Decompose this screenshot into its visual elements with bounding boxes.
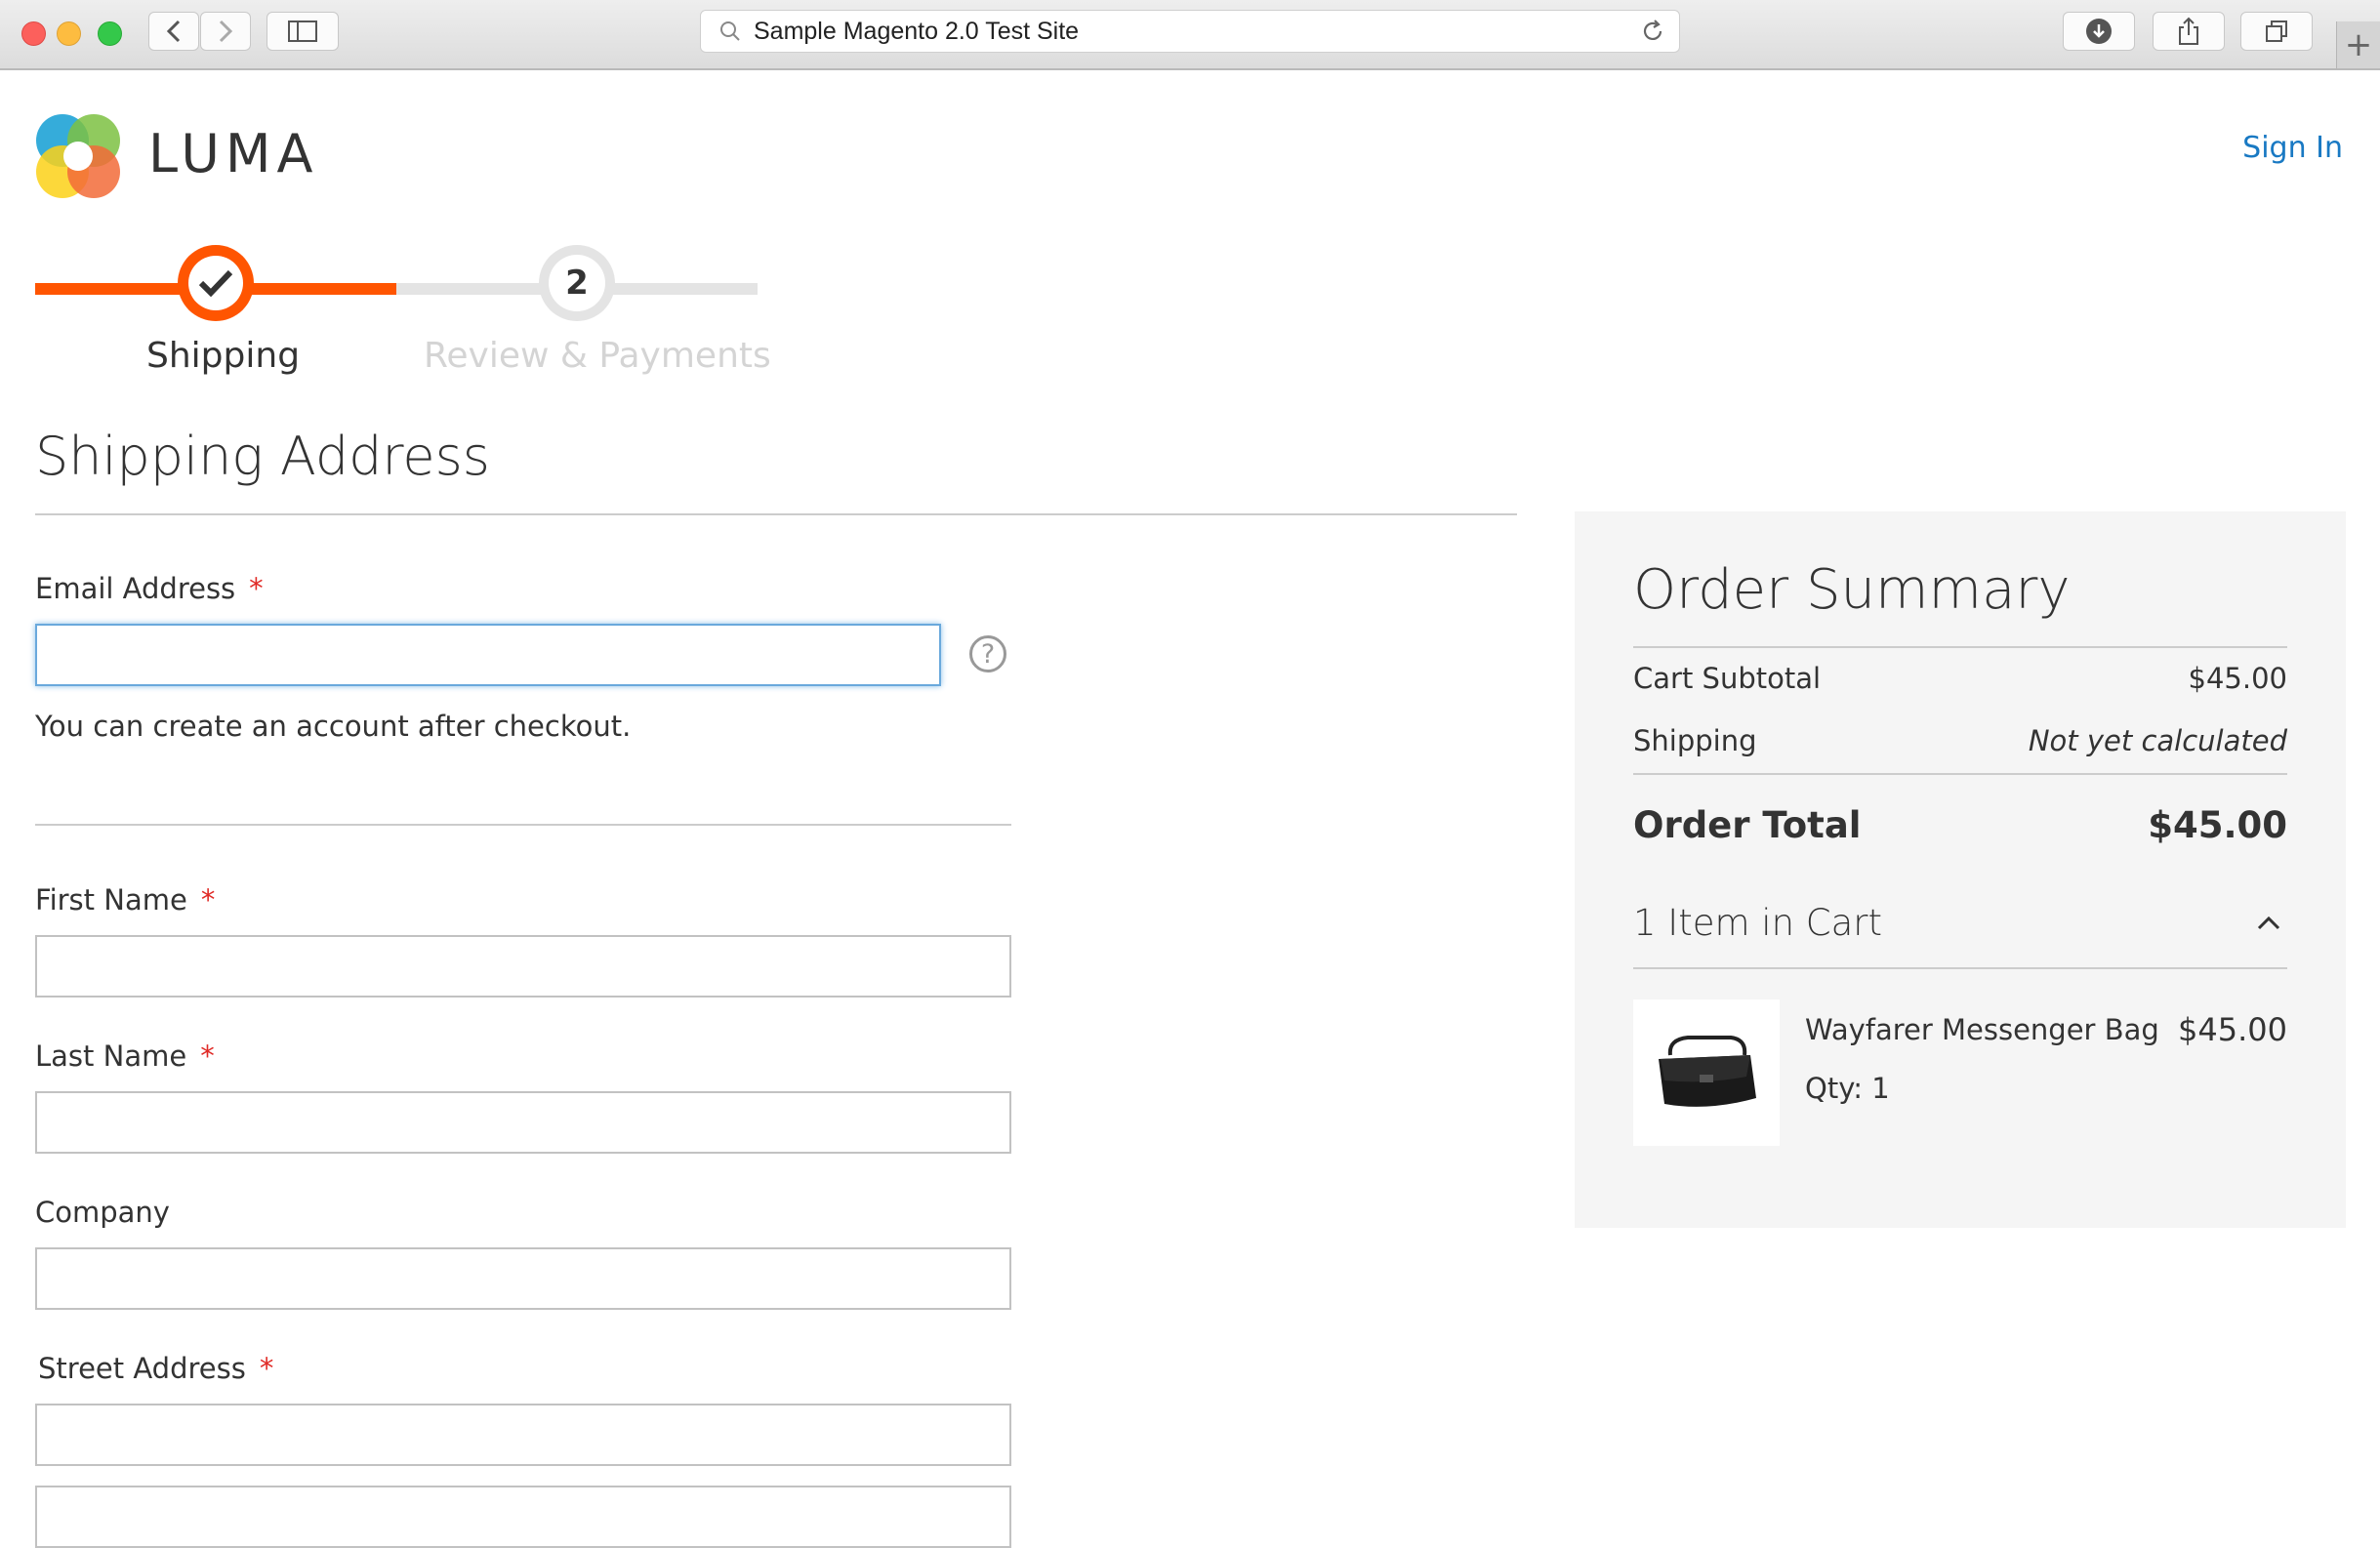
form-divider (35, 824, 1011, 826)
share-icon (2179, 17, 2198, 45)
product-price: $45.00 (2178, 1011, 2287, 1048)
items-in-cart-toggle[interactable]: 1 Item in Cart (1633, 902, 1882, 944)
checkmark-icon (198, 269, 233, 298)
help-icon[interactable]: ? (969, 635, 1006, 672)
order-total-label: Order Total (1633, 804, 1862, 846)
step-review-label: Review & Payments (424, 336, 771, 376)
email-note: You can create an account after checkout… (35, 710, 632, 743)
email-label: Email Address * (35, 572, 264, 605)
messenger-bag-image (1659, 1036, 1756, 1107)
share-button[interactable] (2153, 12, 2225, 51)
summary-divider (1633, 967, 2287, 969)
section-divider (35, 513, 1517, 515)
order-summary: Order Summary Cart Subtotal $45.00 Shipp… (1575, 511, 2346, 1228)
close-window-button[interactable] (21, 21, 46, 46)
company-field[interactable] (35, 1247, 1011, 1310)
shipping-value: Not yet calculated (2028, 724, 2287, 757)
order-summary-title: Order Summary (1633, 558, 2071, 622)
address-bar[interactable]: Sample Magento 2.0 Test Site (700, 10, 1680, 53)
tabs-icon (2266, 20, 2287, 42)
download-icon (2086, 19, 2112, 44)
reload-icon[interactable] (1640, 19, 1665, 44)
logo-text: LUMA (148, 123, 319, 184)
cart-subtotal-value: $45.00 (2188, 662, 2287, 695)
order-total-value: $45.00 (2148, 804, 2287, 846)
luma-logo-icon (36, 114, 120, 198)
company-label: Company (35, 1196, 170, 1229)
shipping-row: Shipping Not yet calculated (1633, 724, 2287, 757)
sidebar-icon (288, 20, 317, 42)
chevron-up-icon[interactable] (2256, 914, 2281, 931)
order-total-row: Order Total $45.00 (1633, 804, 2287, 846)
chevron-right-icon (219, 20, 233, 43)
cart-subtotal-row: Cart Subtotal $45.00 (1633, 662, 2287, 695)
first-name-label: First Name * (35, 883, 216, 917)
new-tab-button[interactable]: + (2336, 21, 2380, 68)
section-title: Shipping Address (35, 426, 490, 487)
street-address-line-2-field[interactable] (35, 1486, 1011, 1548)
summary-divider (1633, 646, 2287, 648)
search-icon (720, 21, 740, 41)
first-name-field[interactable] (35, 935, 1011, 998)
forward-button[interactable] (200, 12, 251, 51)
required-marker: * (249, 572, 264, 605)
cart-subtotal-label: Cart Subtotal (1633, 662, 1822, 695)
last-name-field[interactable] (35, 1091, 1011, 1154)
sidebar-toggle-button[interactable] (267, 12, 339, 51)
shipping-label: Shipping (1633, 724, 1757, 757)
plus-icon: + (2344, 25, 2373, 64)
step-shipping-indicator (178, 245, 254, 321)
last-name-label: Last Name * (35, 1039, 215, 1073)
step-review-indicator: 2 (539, 245, 615, 321)
product-thumbnail[interactable] (1633, 999, 1780, 1146)
required-marker: * (200, 883, 216, 917)
sign-in-link[interactable]: Sign In (2242, 131, 2343, 165)
chevron-left-icon (166, 20, 181, 43)
required-marker: * (200, 1039, 215, 1073)
street-address-line-1-field[interactable] (35, 1404, 1011, 1466)
email-field[interactable] (35, 624, 941, 686)
step-shipping-label[interactable]: Shipping (146, 336, 300, 376)
address-text: Sample Magento 2.0 Test Site (754, 17, 1080, 45)
product-qty: Qty: 1 (1805, 1072, 1890, 1105)
back-button[interactable] (148, 12, 199, 51)
step-number: 2 (549, 255, 605, 311)
downloads-button[interactable] (2063, 12, 2135, 51)
street-address-label: Street Address * (38, 1352, 274, 1385)
minimize-window-button[interactable] (57, 21, 81, 46)
tabs-overview-button[interactable] (2240, 12, 2313, 51)
browser-toolbar: Sample Magento 2.0 Test Site + (0, 0, 2380, 70)
required-marker: * (259, 1352, 274, 1385)
product-name: Wayfarer Messenger Bag (1805, 1013, 2159, 1046)
zoom-window-button[interactable] (98, 21, 122, 46)
summary-divider (1633, 773, 2287, 775)
